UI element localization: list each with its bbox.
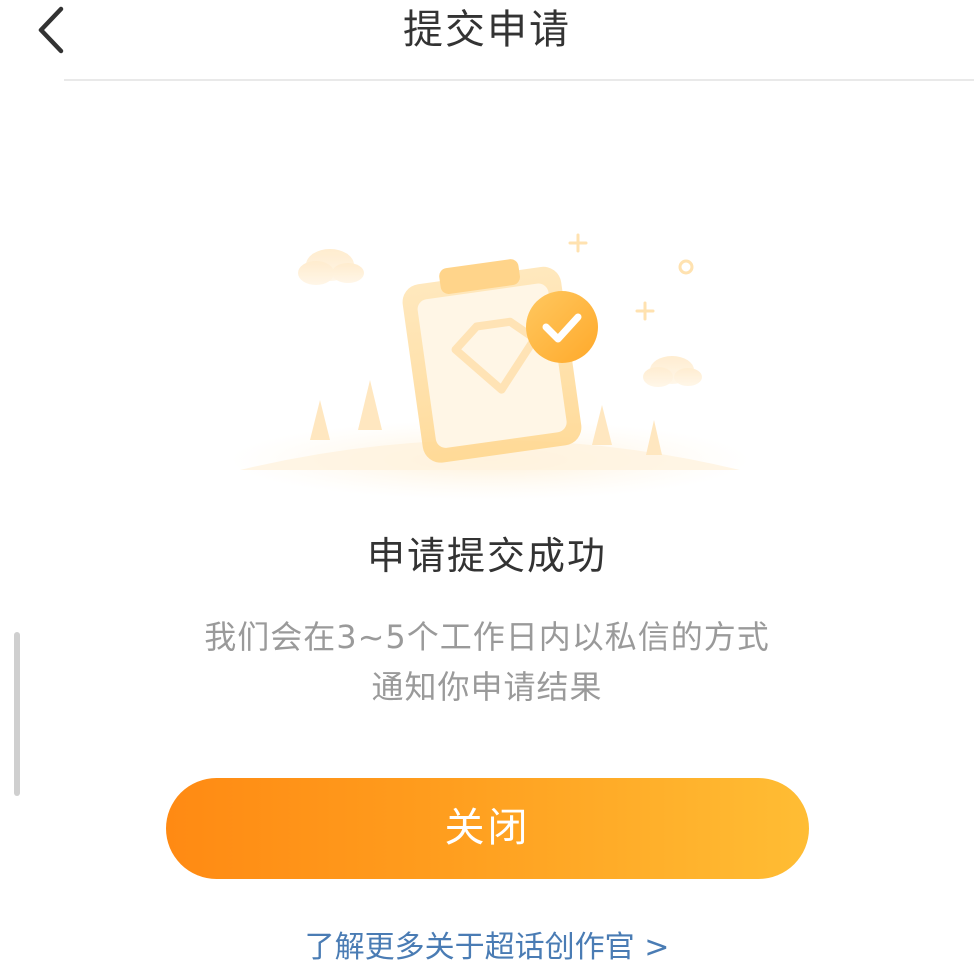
result-description: 我们会在3~5个工作日内以私信的方式 通知你申请结果: [0, 612, 974, 712]
header-divider: [64, 79, 974, 81]
success-illustration: [220, 215, 760, 505]
result-description-line2: 通知你申请结果: [371, 668, 603, 706]
learn-more-link[interactable]: 了解更多关于超话创作官 >: [0, 925, 974, 971]
result-description-line1: 我们会在3~5个工作日内以私信的方式: [204, 618, 770, 656]
close-button[interactable]: 关闭: [166, 778, 809, 879]
cloud-icon: [298, 249, 364, 285]
result-title: 申请提交成功: [366, 534, 607, 578]
submit-application-page: 提交申请 申请提交成功 我们会在3~5个工作日内以私信的方式 通知你申请结果 关…: [0, 0, 974, 974]
scrollbar[interactable]: [14, 632, 20, 796]
page-title: 提交申请: [403, 7, 571, 53]
nav-header: 提交申请: [0, 0, 974, 81]
